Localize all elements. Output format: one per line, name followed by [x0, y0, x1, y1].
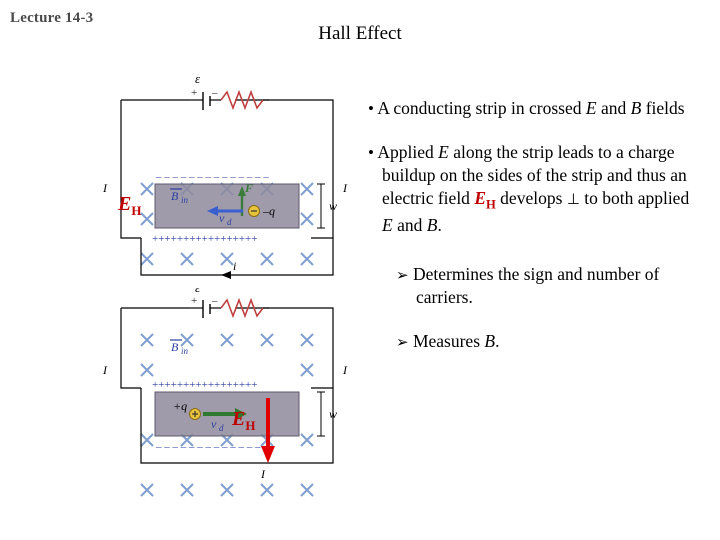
svg-text:+: + [191, 87, 197, 99]
svg-text:–q: –q [262, 204, 275, 218]
svg-text:d: d [227, 217, 232, 227]
top-charge-row: +++++++++++++++++ [152, 379, 257, 391]
slide: Lecture 14-3 Hall Effect + – ε – – – – –… [0, 0, 720, 540]
svg-text:F: F [244, 181, 253, 195]
page-title: Hall Effect [318, 23, 402, 44]
svg-text:in: in [181, 195, 189, 205]
current-label-bottom: i [233, 259, 236, 273]
hall-field-label-bottom: EH [232, 408, 256, 433]
svg-text:+q: +q [173, 399, 187, 413]
arrow-marker: ➢ [396, 265, 409, 284]
bullet-2: • Applied E along the strip leads to a c… [368, 141, 690, 235]
svg-text:ε: ε [195, 288, 201, 295]
current-label-bottom: I [260, 467, 266, 481]
svg-text:w: w [329, 199, 337, 213]
svg-text:v: v [219, 211, 225, 225]
svg-text:–: – [211, 295, 218, 307]
bullet-marker: • [368, 99, 374, 118]
bottom-charge-row: – – – – – – – – – – – – – – [155, 441, 269, 453]
battery-symbol: + – ε [190, 71, 221, 110]
svg-text:+: + [191, 295, 197, 307]
svg-text:in: in [181, 346, 189, 356]
figure-positive-carriers: + – ε +++++++++++++++++ – – – – – – – – … [55, 288, 365, 518]
current-label-left: I [102, 363, 108, 377]
svg-text:–: – [211, 87, 218, 99]
width-bracket: w [317, 183, 337, 229]
arrow-item-1: ➢ Determines the sign and number of carr… [396, 263, 660, 308]
hall-field-label-top: EH [118, 193, 142, 218]
body-text-column: • A conducting strip in crossed E and B … [368, 97, 704, 367]
bullet-1: • A conducting strip in crossed E and B … [368, 98, 685, 118]
bullet-marker: • [368, 142, 374, 162]
current-label-right: I [342, 181, 348, 195]
svg-text:d: d [219, 423, 224, 433]
svg-text:ε: ε [195, 71, 201, 86]
current-label-right: I [342, 363, 348, 377]
svg-text:w: w [329, 407, 337, 421]
svg-text:v: v [211, 417, 217, 431]
current-label-left: I [102, 181, 108, 195]
arrow-marker: ➢ [396, 332, 409, 351]
b-field-label: B [171, 340, 179, 354]
figure-negative-carriers: + – ε – – – – – – – – – – – – – – ++++++… [55, 70, 365, 285]
bottom-charge-row: +++++++++++++++++ [152, 233, 257, 245]
battery-symbol: + – ε [190, 288, 221, 318]
width-bracket: w [317, 391, 337, 437]
b-field-label: B [171, 189, 179, 203]
arrow-item-2: ➢ Measures B. [396, 330, 500, 351]
inline-hall-field: EH [474, 188, 496, 212]
